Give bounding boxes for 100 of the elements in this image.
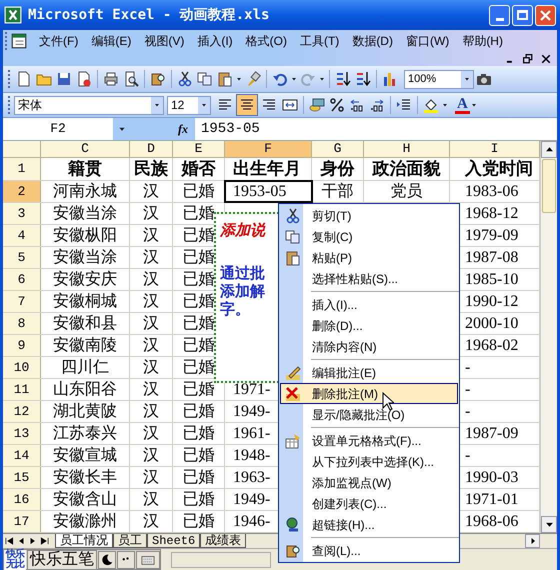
zoom-dropdown[interactable]: 100% bbox=[404, 70, 474, 88]
workbook-icon[interactable] bbox=[10, 32, 28, 50]
menu-item[interactable]: 数据(D) bbox=[349, 32, 396, 50]
dropdown-arrow-icon[interactable] bbox=[441, 101, 449, 109]
menu-item[interactable]: 帮助(H) bbox=[459, 32, 506, 50]
menu-item[interactable]: 编辑批注(E) bbox=[280, 362, 458, 383]
sheet-tab[interactable]: 成绩表 bbox=[200, 534, 246, 548]
menu-item[interactable]: 从下拉列表中选择(K)... bbox=[280, 451, 458, 472]
crescent-moon-icon[interactable] bbox=[101, 554, 113, 566]
down-arrow-icon[interactable] bbox=[544, 520, 554, 529]
row-header[interactable]: 6 bbox=[3, 269, 41, 290]
column-header[interactable]: D bbox=[130, 141, 173, 157]
menu-item[interactable]: 剪切(T) bbox=[280, 205, 458, 226]
restore-icon[interactable] bbox=[523, 54, 533, 64]
copy-icon[interactable] bbox=[197, 71, 213, 87]
last-sheet-icon[interactable] bbox=[39, 536, 51, 546]
sheet-tab[interactable]: 员工情况 bbox=[55, 534, 113, 548]
row-header[interactable]: 14 bbox=[3, 445, 41, 466]
row-header[interactable]: 12 bbox=[3, 401, 41, 422]
dropdown-arrow-icon[interactable] bbox=[463, 75, 471, 83]
row-header[interactable]: 16 bbox=[3, 489, 41, 510]
row-header[interactable]: 17 bbox=[3, 511, 41, 532]
menu-item[interactable]: 工具(T) bbox=[296, 32, 342, 50]
money-icon[interactable] bbox=[309, 97, 325, 113]
minimize-button[interactable] bbox=[489, 4, 510, 26]
font-dropdown[interactable]: 宋体 bbox=[14, 96, 164, 114]
row-header[interactable]: 10 bbox=[3, 357, 41, 378]
menu-item[interactable]: 视图(V) bbox=[141, 32, 188, 50]
menu-item[interactable]: 选择性粘贴(S)... bbox=[280, 268, 458, 289]
close-icon[interactable] bbox=[541, 54, 551, 64]
dropdown-arrow-icon[interactable] bbox=[318, 75, 326, 83]
first-sheet-icon[interactable] bbox=[3, 536, 15, 546]
column-header[interactable]: G bbox=[312, 141, 364, 157]
scroll-thumb[interactable] bbox=[542, 159, 556, 213]
paintbrush-icon[interactable] bbox=[245, 71, 261, 87]
undo-arrow-icon[interactable] bbox=[272, 71, 288, 87]
menu-item[interactable]: 格式(O) bbox=[242, 32, 290, 50]
menu-item[interactable]: 窗口(W) bbox=[402, 32, 452, 50]
menu-item[interactable]: 清除内容(N) bbox=[280, 336, 458, 357]
document-stop-icon[interactable] bbox=[76, 71, 92, 87]
menu-item[interactable]: 添加监视点(W) bbox=[280, 472, 458, 493]
clipboard-icon[interactable] bbox=[217, 71, 233, 87]
increase-decimal-icon[interactable] bbox=[349, 97, 365, 113]
vertical-scrollbar[interactable] bbox=[540, 141, 557, 533]
formula-field[interactable]: 1953-05 bbox=[195, 118, 557, 140]
row-header[interactable]: 7 bbox=[3, 291, 41, 312]
column-header[interactable]: C bbox=[41, 141, 130, 157]
dropdown-arrow-icon[interactable] bbox=[290, 75, 298, 83]
ime-logo[interactable]: 快乐 无比 bbox=[4, 550, 26, 570]
dropdown-arrow-icon[interactable] bbox=[153, 101, 161, 109]
print-preview-icon[interactable] bbox=[123, 71, 139, 87]
input-method-button[interactable]: 快乐五笔 bbox=[27, 550, 97, 570]
menu-item[interactable]: 插入(I)... bbox=[280, 294, 458, 315]
row-header[interactable]: 2 bbox=[3, 181, 41, 202]
menu-item[interactable]: 超链接(H)... bbox=[280, 514, 458, 535]
menu-item[interactable]: 删除批注(M) bbox=[280, 383, 458, 404]
menu-item[interactable]: 插入(I) bbox=[194, 32, 236, 50]
row-header[interactable]: 1 bbox=[3, 158, 41, 180]
menu-item[interactable]: 文件(F) bbox=[36, 32, 82, 50]
up-arrow-icon[interactable] bbox=[544, 145, 554, 154]
menu-item[interactable]: 显示/隐藏批注(O) bbox=[280, 404, 458, 425]
row-header[interactable]: 5 bbox=[3, 247, 41, 268]
paint-bucket-icon[interactable] bbox=[423, 97, 439, 113]
menu-item[interactable]: 复制(C) bbox=[280, 226, 458, 247]
row-header[interactable]: 13 bbox=[3, 423, 41, 444]
dropdown-arrow-icon[interactable] bbox=[200, 101, 208, 109]
merge-cells-icon[interactable] bbox=[282, 97, 298, 113]
row-header[interactable]: 15 bbox=[3, 467, 41, 488]
scissors-icon[interactable] bbox=[177, 71, 193, 87]
close-button[interactable] bbox=[535, 4, 556, 26]
maximize-button[interactable] bbox=[512, 4, 533, 26]
column-header[interactable]: H bbox=[364, 141, 450, 157]
bar-chart-icon[interactable] bbox=[382, 71, 398, 87]
name-box[interactable]: F2 bbox=[3, 118, 113, 140]
sort-descending-icon[interactable] bbox=[355, 71, 371, 87]
row-header[interactable]: 3 bbox=[3, 203, 41, 224]
font-size-dropdown[interactable]: 12 bbox=[167, 96, 211, 114]
camera-icon[interactable] bbox=[476, 71, 492, 87]
book-magnifier-icon[interactable] bbox=[150, 71, 166, 87]
new-document-icon[interactable] bbox=[16, 71, 32, 87]
menu-item[interactable]: 创建列表(C)... bbox=[280, 493, 458, 514]
column-header[interactable]: F bbox=[225, 141, 312, 157]
row-header[interactable]: 11 bbox=[3, 379, 41, 400]
percent-icon[interactable] bbox=[329, 97, 345, 113]
row-header[interactable]: 9 bbox=[3, 335, 41, 356]
sort-ascending-icon[interactable] bbox=[335, 71, 351, 87]
menu-item[interactable]: 查阅(L)... bbox=[280, 540, 458, 561]
row-header[interactable]: 8 bbox=[3, 313, 41, 334]
sheet-tab[interactable]: Sheet6 bbox=[147, 534, 200, 548]
menu-item[interactable]: 设置单元格格式(F)... bbox=[280, 430, 458, 451]
printer-icon[interactable] bbox=[103, 71, 119, 87]
decrease-decimal-icon[interactable] bbox=[369, 97, 385, 113]
right-arrow-icon[interactable] bbox=[528, 537, 536, 545]
dropdown-arrow-icon[interactable] bbox=[470, 101, 478, 109]
dropdown-arrow-icon[interactable] bbox=[235, 75, 243, 83]
menu-item[interactable]: 编辑(E) bbox=[88, 32, 134, 50]
row-header[interactable]: 4 bbox=[3, 225, 41, 246]
font-color-button[interactable]: A bbox=[455, 96, 470, 114]
function-button[interactable]: fx bbox=[171, 118, 195, 140]
sheet-tab[interactable]: 员工 bbox=[113, 534, 147, 548]
